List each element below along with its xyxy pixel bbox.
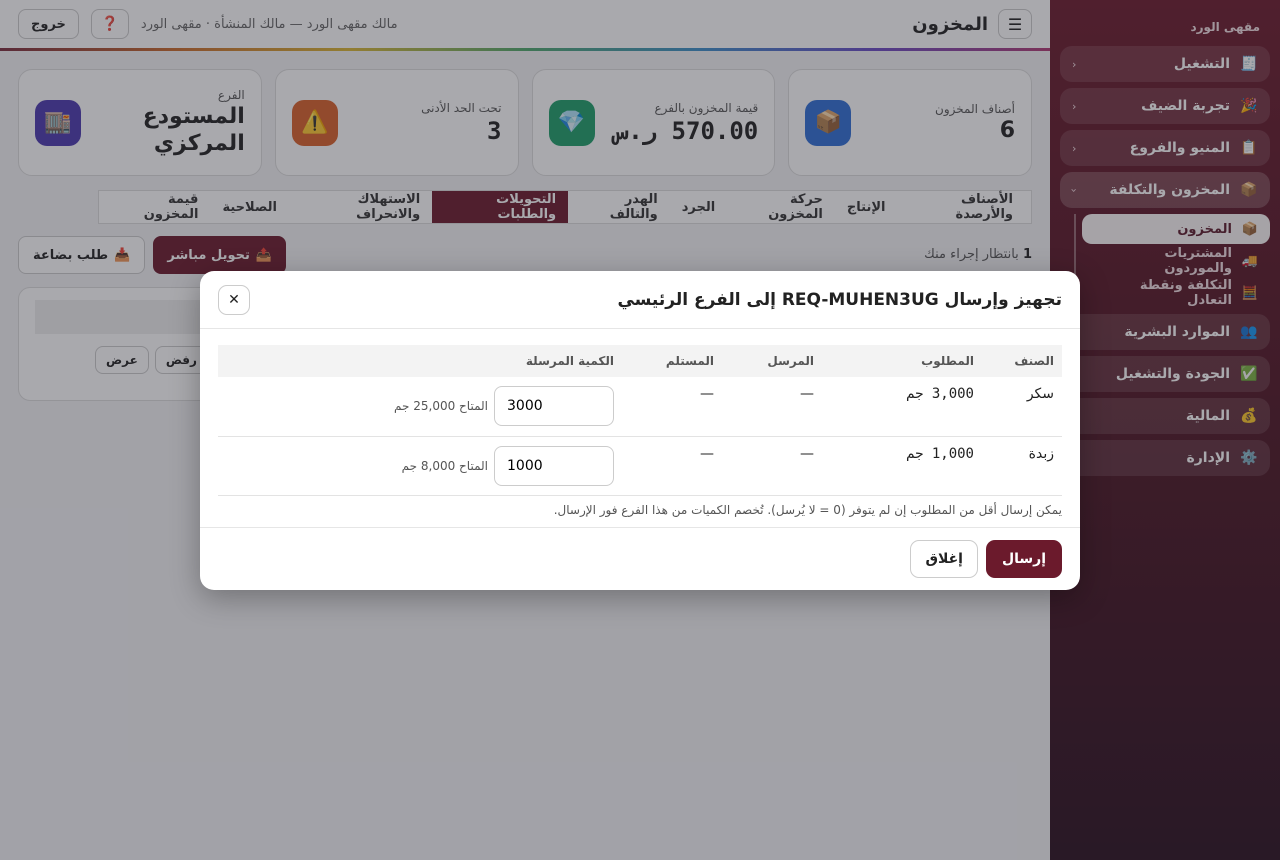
modal-title: تجهيز وإرسال REQ-MUHEN3UG إلى الفرع الرئ… (617, 289, 1062, 310)
item-name: سكر (982, 377, 1062, 437)
send-qty-input[interactable] (494, 445, 614, 486)
sent-qty: — (722, 377, 822, 437)
requested-qty: 3,000 جم (822, 377, 982, 437)
table-row: سكر 3,000 جم — — المتاح 25,000 جم (218, 377, 1062, 437)
item-name: زبدة (982, 436, 1062, 496)
requested-qty: 1,000 جم (822, 436, 982, 496)
modal-header: تجهيز وإرسال REQ-MUHEN3UG إلى الفرع الرئ… (200, 271, 1080, 329)
col-send-qty: الكمية المرسلة (218, 345, 622, 377)
dispatch-modal: تجهيز وإرسال REQ-MUHEN3UG إلى الفرع الرئ… (200, 271, 1080, 590)
close-icon[interactable]: ✕ (218, 284, 250, 315)
send-button[interactable]: إرسال (985, 540, 1062, 578)
col-item: الصنف (982, 345, 1062, 377)
sent-qty: — (722, 436, 822, 496)
received-qty: — (622, 377, 722, 437)
available-qty: المتاح 8,000 جم (401, 458, 488, 473)
col-requested: المطلوب (822, 345, 982, 377)
modal-footer: إرسال إغلاق (200, 527, 1080, 590)
received-qty: — (622, 436, 722, 496)
modal-note: يمكن إرسال أقل من المطلوب إن لم يتوفر (0… (553, 502, 1062, 517)
send-qty-input[interactable] (494, 386, 614, 426)
close-button[interactable]: إغلاق (910, 540, 978, 578)
col-received: المستلم (622, 345, 722, 377)
col-sent: المرسل (722, 345, 822, 377)
available-qty: المتاح 25,000 جم (394, 399, 488, 413)
modal-body: الصنف المطلوب المرسل المستلم الكمية المر… (200, 329, 1080, 517)
table-row: زبدة 1,000 جم — — المتاح 8,000 جم (218, 436, 1062, 496)
dispatch-table: الصنف المطلوب المرسل المستلم الكمية المر… (218, 345, 1062, 496)
